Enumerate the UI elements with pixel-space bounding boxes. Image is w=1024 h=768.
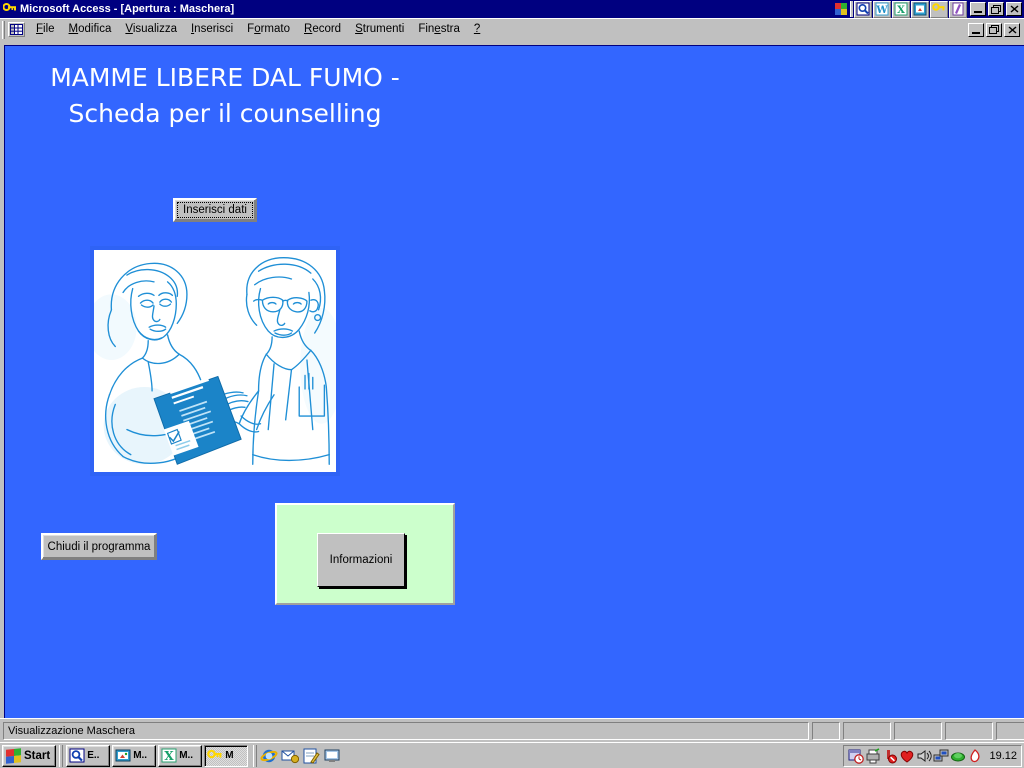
informazioni-label: Informazioni (329, 554, 393, 566)
office-shortcut-bar[interactable]: W X (833, 0, 968, 18)
menu-strumenti[interactable]: Strumenti (348, 21, 411, 38)
app-minimize-button[interactable] (970, 2, 986, 16)
menu-file[interactable]: File (29, 21, 62, 38)
powerpoint-icon[interactable] (911, 0, 929, 18)
mdi-window-controls[interactable] (968, 22, 1020, 37)
mdi-restore-button[interactable] (986, 22, 1002, 37)
close-program-button[interactable]: Chiudi il programma (41, 533, 157, 560)
insert-data-label: Inserisci dati (183, 204, 247, 216)
internet-explorer-icon[interactable] (260, 747, 278, 765)
app-window-controls[interactable] (970, 2, 1022, 16)
status-pane-5 (996, 721, 1024, 740)
antivirus-icon[interactable] (899, 748, 915, 764)
office-bar-grip (850, 1, 853, 17)
status-bar: Visualizzazione Maschera (0, 718, 1024, 742)
network-icon[interactable] (933, 748, 949, 764)
status-pane-2 (843, 721, 891, 740)
informazioni-button[interactable]: Informazioni (317, 533, 405, 587)
menu-modifica[interactable]: Modifica (62, 21, 119, 38)
svg-text:X: X (897, 5, 905, 16)
menu-finestra[interactable]: Finestra (411, 21, 467, 38)
menubar-right (487, 22, 1024, 37)
office-logo-icon[interactable] (833, 1, 849, 17)
mdi-close-button[interactable] (1004, 22, 1020, 37)
desktop: Microsoft Access - [Apertura : Maschera]… (0, 0, 1024, 768)
task-button-photoeditor[interactable]: M.. (112, 744, 157, 767)
start-button[interactable]: Start (2, 744, 57, 767)
task-label-excel: M.. (179, 750, 194, 761)
status-pane-4 (945, 721, 993, 740)
volume-icon[interactable] (916, 748, 933, 764)
access-icon (207, 748, 223, 763)
menu-record[interactable]: Record (297, 21, 348, 38)
app-restore-button[interactable] (988, 2, 1004, 16)
access-form: MAMME LIBERE DAL FUMO - Scheda per il co… (4, 45, 1024, 718)
menu-grip[interactable] (2, 20, 5, 39)
excel-icon: X (161, 748, 177, 763)
menu-formato[interactable]: Formato (240, 21, 297, 38)
printer-icon[interactable] (865, 747, 881, 764)
access-icon[interactable] (930, 0, 948, 18)
modem-icon[interactable] (950, 748, 966, 764)
counselling-illustration (90, 246, 340, 476)
task-button-access[interactable]: M (204, 744, 249, 767)
taskbar-grip-2[interactable] (253, 744, 258, 767)
menu-inserisci[interactable]: Inserisci (184, 21, 240, 38)
close-program-label: Chiudi il programma (47, 540, 151, 553)
eject-icon[interactable] (882, 748, 898, 764)
photoeditor-icon (115, 748, 131, 763)
task-label-access: M (225, 750, 234, 761)
publisher-icon[interactable] (949, 0, 967, 18)
notepad-icon[interactable] (302, 747, 320, 765)
power-icon[interactable] (967, 748, 983, 764)
windows-flag-icon (6, 747, 21, 764)
taskbar-grip-1[interactable] (59, 744, 64, 767)
svg-text:W: W (875, 5, 888, 16)
mdi-client-area: MAMME LIBERE DAL FUMO - Scheda per il co… (0, 40, 1024, 718)
task-button-excel[interactable]: X M.. (158, 744, 203, 767)
insert-data-button[interactable]: Inserisci dati (173, 198, 257, 222)
datasheet-icon[interactable] (8, 22, 25, 37)
window-title: Microsoft Access - [Apertura : Maschera] (20, 3, 235, 15)
mdi-minimize-button[interactable] (968, 22, 984, 37)
illustration-artwork (94, 250, 336, 472)
scheduler-icon[interactable] (848, 748, 865, 764)
status-pane-1 (812, 721, 840, 740)
status-pane-3 (894, 721, 942, 740)
menu-bar[interactable]: File Modifica Visualizza Inserisci Forma… (0, 18, 1024, 40)
task-label-explorer: E.. (87, 750, 100, 761)
status-message: Visualizzazione Maschera (3, 721, 809, 740)
start-label: Start (24, 749, 51, 762)
app-close-button[interactable] (1006, 2, 1022, 16)
page-title: MAMME LIBERE DAL FUMO - Scheda per il co… (50, 63, 400, 128)
word-icon[interactable]: W (873, 0, 891, 18)
explorer-icon (69, 748, 85, 763)
clock[interactable]: 19.12 (989, 750, 1017, 762)
menu-visualizza[interactable]: Visualizza (118, 21, 184, 38)
show-desktop-icon[interactable] (323, 747, 341, 765)
svg-text:X: X (165, 749, 175, 763)
task-label-photoeditor: M.. (133, 750, 148, 761)
excel-icon[interactable]: X (892, 0, 910, 18)
task-button-explorer[interactable]: E.. (66, 744, 111, 767)
taskbar: Start E.. M.. X M.. M 19.12 (0, 742, 1024, 768)
outlook-express-icon[interactable] (281, 747, 300, 765)
menu-help[interactable]: ? (467, 21, 487, 38)
find-file-icon[interactable] (854, 0, 872, 18)
system-tray: 19.12 (843, 744, 1022, 767)
key-icon (2, 1, 18, 17)
title-bar: Microsoft Access - [Apertura : Maschera]… (0, 0, 1024, 18)
illustration-canvas (94, 250, 336, 472)
